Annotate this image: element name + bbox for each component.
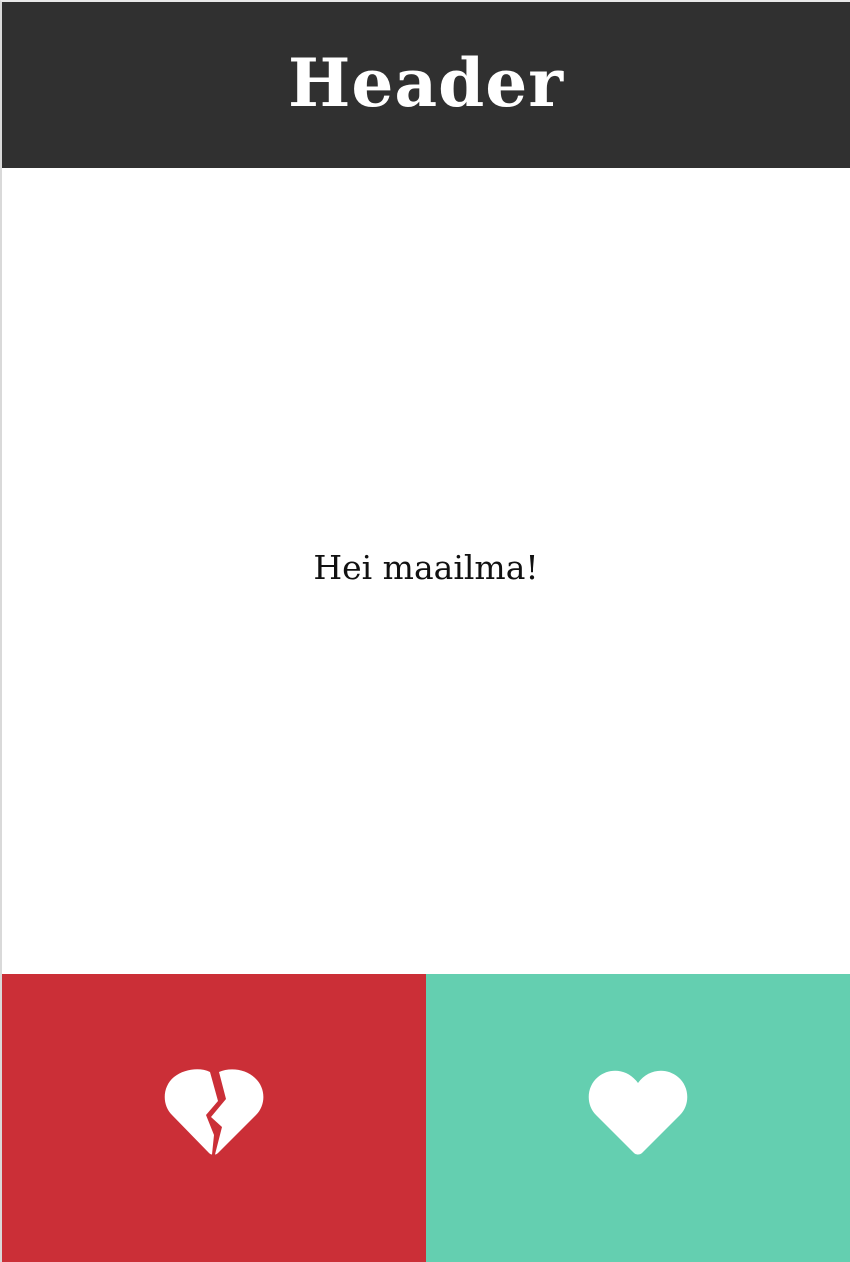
app-header: Header	[2, 2, 850, 168]
app-window: Header Hei maailma!	[0, 0, 850, 1262]
action-bar	[2, 974, 850, 1262]
content-area: Hei maailma!	[2, 168, 850, 974]
content-text: Hei maailma!	[313, 547, 539, 587]
broken-heart-icon	[164, 1069, 264, 1155]
header-title: Header	[287, 44, 565, 122]
like-button[interactable]	[426, 974, 850, 1262]
heart-icon	[588, 1070, 688, 1155]
dislike-button[interactable]	[2, 974, 426, 1262]
